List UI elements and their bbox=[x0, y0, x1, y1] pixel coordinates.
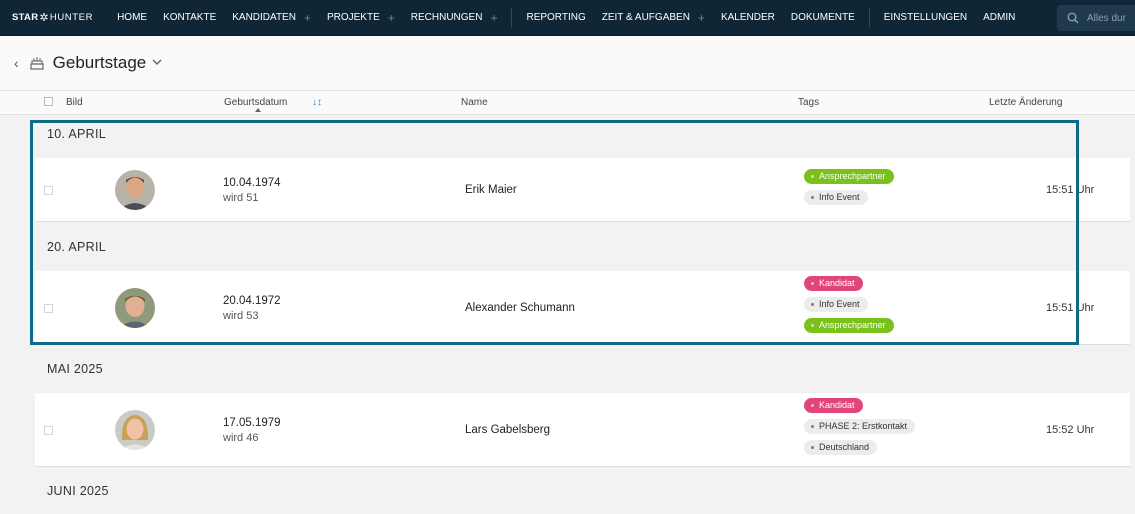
tag-kandidat[interactable]: Kandidat bbox=[804, 398, 863, 413]
sort-toggle-icon[interactable]: ↓↕ bbox=[312, 97, 322, 108]
group-header: JUNI 2025 bbox=[47, 484, 109, 498]
last-modified-time: 15:51 Uhr bbox=[1046, 302, 1095, 314]
contact-name[interactable]: Lars Gabelsberg bbox=[465, 424, 550, 436]
nav-zeit-aufgaben[interactable]: ZEIT & AUFGABEN bbox=[602, 12, 690, 23]
page-title[interactable]: Geburtstage bbox=[53, 53, 147, 73]
birth-date: 17.05.1979 bbox=[223, 417, 281, 429]
nav-kandidaten-add-icon[interactable]: + bbox=[304, 11, 311, 25]
tag-ansprechpartner[interactable]: Ansprechpartner bbox=[804, 169, 894, 184]
starhunter-logo[interactable]: STAR ✲ HUNTER bbox=[12, 11, 93, 24]
row-checkbox[interactable] bbox=[44, 304, 53, 313]
contact-name[interactable]: Alexander Schumann bbox=[465, 302, 575, 314]
logo-star-icon: ✲ bbox=[39, 12, 49, 24]
nav-rechnungen[interactable]: RECHNUNGEN bbox=[411, 12, 483, 23]
birthday-cake-icon bbox=[30, 57, 44, 70]
age-text: wird 53 bbox=[223, 310, 259, 322]
last-modified-time: 15:51 Uhr bbox=[1046, 184, 1095, 196]
nav-projekte[interactable]: PROJEKTE bbox=[327, 12, 380, 23]
column-header-bild[interactable]: Bild bbox=[66, 97, 83, 108]
column-header-geburtsdatum[interactable]: Geburtsdatum bbox=[224, 97, 287, 108]
contact-name[interactable]: Erik Maier bbox=[465, 184, 517, 196]
group-header: 10. APRIL bbox=[47, 127, 106, 141]
nav-divider bbox=[511, 7, 513, 28]
nav-einstellungen[interactable]: EINSTELLUNGEN bbox=[884, 12, 967, 23]
row-checkbox[interactable] bbox=[44, 186, 53, 195]
birth-date: 20.04.1972 bbox=[223, 295, 281, 307]
tag-ansprechpartner[interactable]: Ansprechpartner bbox=[804, 318, 894, 333]
nav-dokumente[interactable]: DOKUMENTE bbox=[791, 12, 855, 23]
column-header-name[interactable]: Name bbox=[461, 97, 488, 108]
chevron-down-icon[interactable] bbox=[152, 57, 162, 69]
nav-kontakte[interactable]: KONTAKTE bbox=[163, 12, 216, 23]
nav-admin[interactable]: ADMIN bbox=[983, 12, 1015, 23]
age-text: wird 51 bbox=[223, 192, 259, 204]
table-row[interactable]: 10.04.1974 wird 51 Erik Maier Ansprechpa… bbox=[35, 158, 1130, 222]
avatar bbox=[115, 288, 155, 328]
age-text: wird 46 bbox=[223, 432, 259, 444]
avatar bbox=[115, 410, 155, 450]
group-header: MAI 2025 bbox=[47, 362, 103, 376]
search-placeholder: Alles dur bbox=[1087, 12, 1126, 24]
tag-info-event[interactable]: Info Event bbox=[804, 297, 868, 312]
nav-rechnungen-add-icon[interactable]: + bbox=[490, 11, 497, 25]
tag-phase-2-erstkontakt[interactable]: PHASE 2: Erstkontakt bbox=[804, 419, 916, 434]
nav-home[interactable]: HOME bbox=[117, 12, 147, 23]
app-window: STAR ✲ HUNTER HOME KONTAKTE KANDIDATEN +… bbox=[0, 0, 1135, 514]
nav-projekte-add-icon[interactable]: + bbox=[388, 11, 395, 25]
birth-date: 10.04.1974 bbox=[223, 177, 281, 189]
birthday-list-page: ‹ Geburtstage Bild Geburtsdatum ↓↕ Name … bbox=[0, 36, 1135, 514]
tag-info-event[interactable]: Info Event bbox=[804, 190, 868, 205]
column-header-letzte-aenderung[interactable]: Letzte Änderung bbox=[989, 97, 1062, 108]
nav-zeit-add-icon[interactable]: + bbox=[698, 11, 705, 25]
table-row[interactable]: 17.05.1979 wird 46 Lars Gabelsberg Kandi… bbox=[35, 393, 1130, 467]
table-row[interactable]: 20.04.1972 wird 53 Alexander Schumann Ka… bbox=[35, 271, 1130, 345]
sort-ascending-indicator-icon bbox=[255, 108, 261, 112]
search-icon bbox=[1067, 12, 1079, 24]
tag-deutschland[interactable]: Deutschland bbox=[804, 440, 878, 455]
nav-reporting[interactable]: REPORTING bbox=[526, 12, 585, 23]
group-header: 20. APRIL bbox=[47, 240, 106, 254]
tag-kandidat[interactable]: Kandidat bbox=[804, 276, 863, 291]
table-header: Bild Geburtsdatum ↓↕ Name Tags Letzte Än… bbox=[0, 90, 1135, 115]
page-header: ‹ Geburtstage bbox=[0, 36, 1135, 90]
back-arrow-icon[interactable]: ‹ bbox=[14, 55, 19, 71]
select-all-checkbox[interactable] bbox=[44, 97, 53, 106]
nav-kandidaten[interactable]: KANDIDATEN bbox=[232, 12, 296, 23]
column-header-tags[interactable]: Tags bbox=[798, 97, 819, 108]
logo-text-hunter: HUNTER bbox=[49, 12, 94, 23]
last-modified-time: 15:52 Uhr bbox=[1046, 424, 1095, 436]
top-navigation: STAR ✲ HUNTER HOME KONTAKTE KANDIDATEN +… bbox=[0, 0, 1135, 36]
nav-kalender[interactable]: KALENDER bbox=[721, 12, 775, 23]
nav-divider bbox=[868, 7, 870, 28]
global-search-input[interactable]: Alles dur bbox=[1057, 5, 1135, 31]
logo-text-star: STAR bbox=[12, 12, 39, 23]
row-checkbox[interactable] bbox=[44, 426, 53, 435]
avatar bbox=[115, 170, 155, 210]
